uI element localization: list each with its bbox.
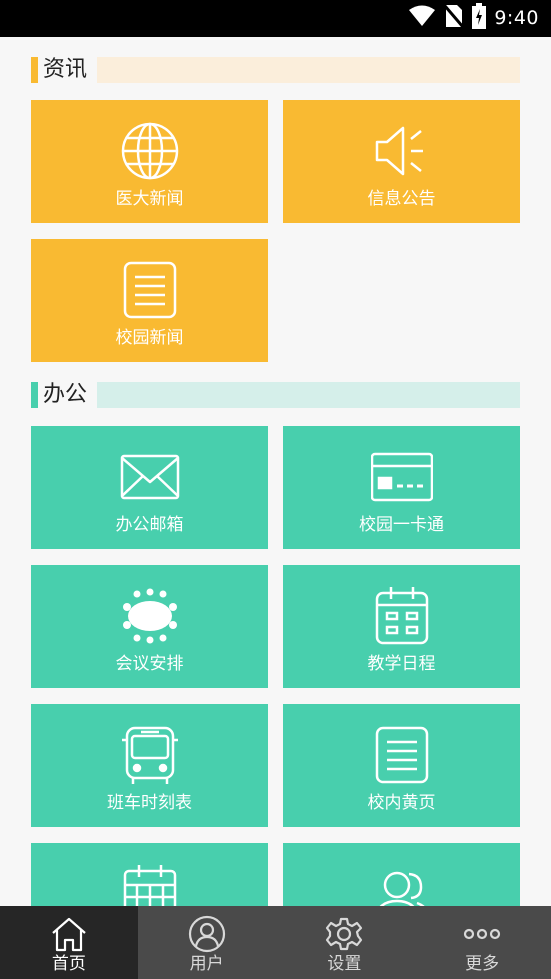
nav-label: 更多	[465, 954, 500, 974]
tile-contacts[interactable]	[283, 843, 520, 906]
list-document-icon	[371, 724, 433, 786]
bus-icon	[119, 724, 181, 786]
gear-icon	[325, 915, 363, 953]
wifi-icon	[408, 5, 436, 31]
nav-more[interactable]: 更多	[413, 906, 551, 979]
list-document-icon	[119, 259, 181, 321]
envelope-icon	[119, 446, 181, 508]
tile-label: 办公邮箱	[115, 515, 184, 535]
tile-office-mail[interactable]: 办公邮箱	[31, 426, 268, 549]
tile-label: 医大新闻	[115, 189, 184, 209]
tile-label: 校内黄页	[367, 793, 436, 813]
status-bar: 9:40	[0, 0, 551, 37]
nav-user[interactable]: 用户	[138, 906, 276, 979]
card-icon	[370, 446, 433, 508]
tile-label: 校园新闻	[115, 328, 184, 348]
section-marker	[31, 382, 38, 408]
tile-label: 会议安排	[115, 654, 184, 674]
section-header-office: 办公	[31, 382, 520, 408]
section-title-office: 办公	[43, 382, 88, 407]
section-band	[97, 57, 520, 83]
nav-label: 首页	[51, 954, 86, 974]
section-title-news: 资讯	[43, 57, 88, 82]
no-sim-icon	[444, 4, 465, 32]
tile-label: 班车时刻表	[107, 793, 192, 813]
clock-time: 9:40	[494, 7, 539, 29]
section-marker	[31, 57, 38, 83]
home-content[interactable]: 资讯 医大新闻 信息公告 校园新闻 办公 办公邮箱 校园一卡通 会议安排 教学日…	[0, 37, 551, 906]
tile-label: 信息公告	[367, 189, 436, 209]
battery-charging-icon	[472, 3, 487, 33]
globe-icon	[119, 120, 181, 182]
calendar-icon	[371, 585, 433, 647]
more-dots-icon	[463, 915, 501, 953]
tile-label: 教学日程	[367, 654, 436, 674]
tile-meeting-schedule[interactable]: 会议安排	[31, 565, 268, 688]
tile-calendar-grid[interactable]	[31, 843, 268, 906]
tile-campus-card[interactable]: 校园一卡通	[283, 426, 520, 549]
user-icon	[188, 915, 226, 953]
tile-campus-directory[interactable]: 校内黄页	[283, 704, 520, 827]
bottom-navigation: 首页 用户 设置 更多	[0, 906, 551, 979]
section-band	[97, 382, 520, 408]
tile-label: 校园一卡通	[359, 515, 444, 535]
tile-announcements[interactable]: 信息公告	[283, 100, 520, 223]
tile-campus-news[interactable]: 校园新闻	[31, 239, 268, 362]
home-icon	[50, 915, 88, 953]
people-icon	[371, 863, 433, 906]
calendar-grid-icon	[119, 863, 181, 906]
section-header-news: 资讯	[31, 57, 520, 83]
speaker-icon	[371, 120, 433, 182]
tile-bus-timetable[interactable]: 班车时刻表	[31, 704, 268, 827]
nav-settings[interactable]: 设置	[276, 906, 414, 979]
tile-teaching-schedule[interactable]: 教学日程	[283, 565, 520, 688]
nav-label: 用户	[189, 954, 224, 974]
meeting-table-icon	[119, 585, 181, 647]
nav-label: 设置	[327, 954, 362, 974]
tile-medical-news[interactable]: 医大新闻	[31, 100, 268, 223]
nav-home[interactable]: 首页	[0, 906, 138, 979]
